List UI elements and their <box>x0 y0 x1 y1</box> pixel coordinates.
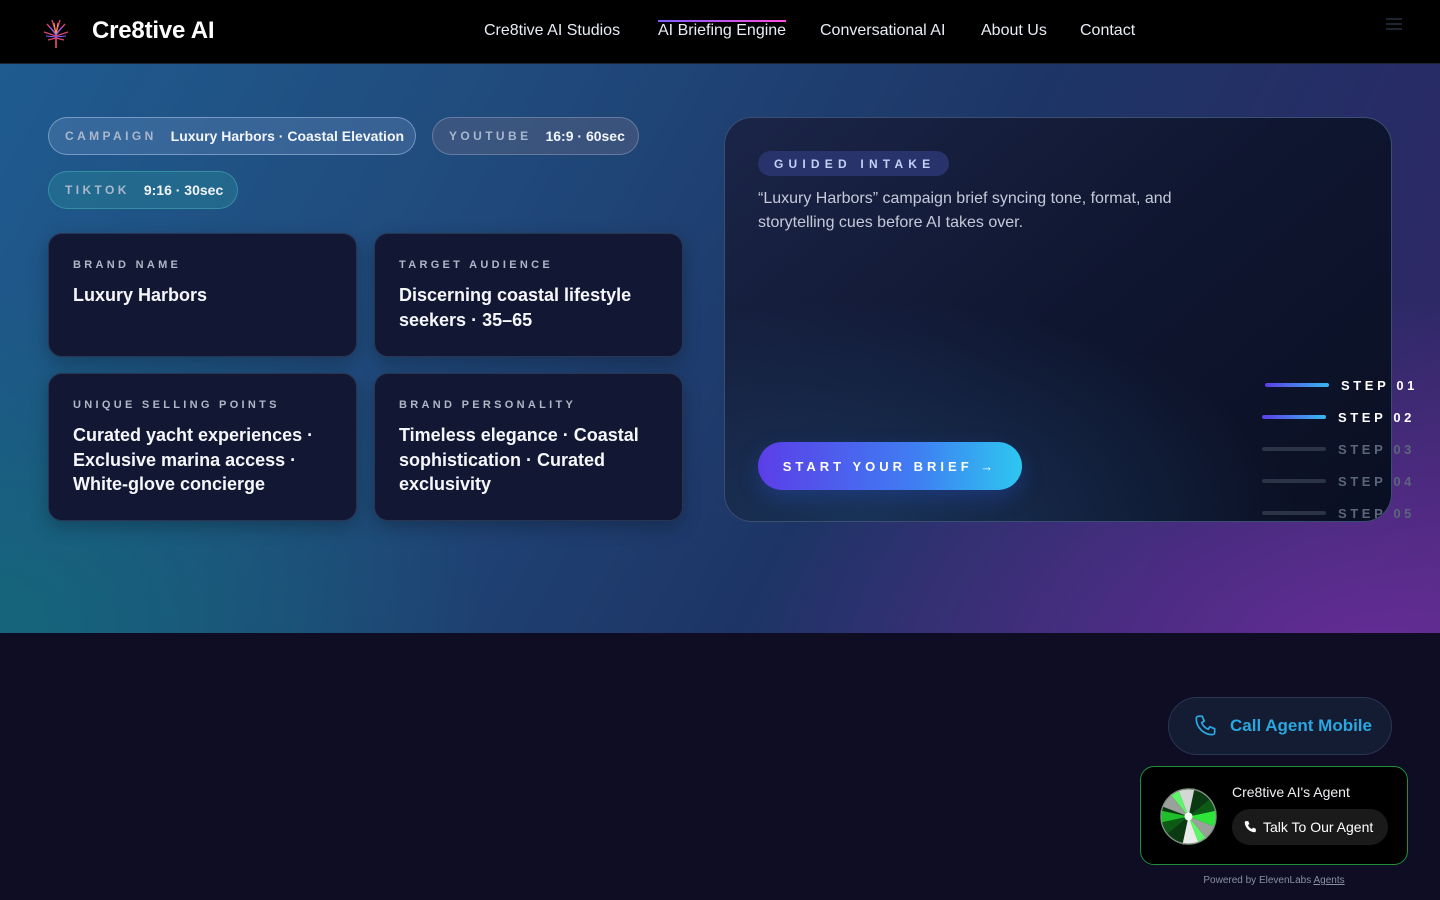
card-value: Timeless elegance · Coastal sophisticati… <box>399 425 639 494</box>
tiktok-pill: TIKTOK 9:16 · 30sec <box>48 171 238 209</box>
step-label: STEP 05 <box>1338 505 1415 521</box>
step-indicator-01[interactable]: STEP 01 <box>1265 377 1418 393</box>
step-label: STEP 02 <box>1338 409 1415 425</box>
pill-value: 16:9 · 60sec <box>545 128 625 144</box>
tree-logo-icon[interactable] <box>38 14 74 50</box>
agent-orb-avatar <box>1160 788 1217 845</box>
step-indicator-03[interactable]: STEP 03 <box>1262 441 1415 457</box>
guided-intake-panel: GUIDED INTAKE “Luxury Harbors” campaign … <box>724 117 1392 522</box>
card-label: BRAND PERSONALITY <box>399 399 577 411</box>
step-progress-bar <box>1262 479 1326 483</box>
pill-value: 9:16 · 30sec <box>143 182 224 198</box>
pill-value: Luxury Harbors · Coastal Elevation <box>170 128 405 144</box>
phone-icon <box>1243 820 1257 834</box>
card-value: Luxury Harbors <box>73 285 208 305</box>
phone-icon <box>1193 713 1219 739</box>
call-agent-mobile-button[interactable]: Call Agent Mobile <box>1168 697 1392 755</box>
agent-widget: Cre8tive AI's Agent Talk To Our Agent <box>1140 766 1408 865</box>
nav-link-conversational-ai[interactable]: Conversational AI <box>820 22 945 40</box>
target-audience-card: TARGET AUDIENCE Discerning coastal lifes… <box>374 233 683 357</box>
powered-by-footnote: Powered by ElevenLabs Agents <box>1140 875 1408 886</box>
powered-by-text: Powered by ElevenLabs <box>1203 875 1312 886</box>
hamburger-menu-icon[interactable] <box>1386 18 1402 30</box>
brand-personality-card: BRAND PERSONALITY Timeless elegance · Co… <box>374 373 683 521</box>
unique-selling-points-card: UNIQUE SELLING POINTS Curated yacht expe… <box>48 373 357 521</box>
step-progress-bar <box>1262 415 1326 419</box>
start-brief-button[interactable]: START YOUR BRIEF → <box>758 442 1022 490</box>
card-label: TARGET AUDIENCE <box>399 259 553 271</box>
pill-key: TIKTOK <box>65 183 130 197</box>
call-agent-mobile-label: Call Agent Mobile <box>1230 716 1372 735</box>
card-value: Curated yacht experiences · Exclusive ma… <box>73 425 314 494</box>
youtube-pill: YOUTUBE 16:9 · 60sec <box>432 117 639 155</box>
nav-link-studios[interactable]: Cre8tive AI Studios <box>484 22 620 40</box>
agents-link[interactable]: Agents <box>1313 875 1344 886</box>
step-indicator-02[interactable]: STEP 02 <box>1262 409 1415 425</box>
step-label: STEP 03 <box>1338 441 1415 457</box>
nav-link-contact[interactable]: Contact <box>1080 22 1135 40</box>
nav-link-briefing-engine[interactable]: AI Briefing Engine <box>658 20 787 40</box>
step-indicator-05[interactable]: STEP 05 <box>1262 505 1415 521</box>
step-label: STEP 04 <box>1338 473 1415 489</box>
card-label: BRAND NAME <box>73 259 182 271</box>
brand-name-card: BRAND NAME Luxury Harbors <box>48 233 357 357</box>
step-progress-bar <box>1262 511 1326 515</box>
step-progress-bar <box>1265 383 1329 387</box>
agent-name: Cre8tive AI's Agent <box>1232 784 1350 800</box>
guided-intake-tag: GUIDED INTAKE <box>758 151 949 176</box>
nav-link-about-us[interactable]: About Us <box>981 22 1047 40</box>
top-navbar: Cre8tive AI Cre8tive AI Studios AI Brief… <box>0 0 1440 64</box>
campaign-pill: CAMPAIGN Luxury Harbors · Coastal Elevat… <box>48 117 416 155</box>
brand-logo-text[interactable]: Cre8tive AI <box>92 17 215 45</box>
step-label: STEP 01 <box>1341 377 1418 393</box>
step-progress-bar <box>1262 447 1326 451</box>
intake-description: “Luxury Harbors” campaign brief syncing … <box>758 190 1172 231</box>
pill-key: CAMPAIGN <box>65 129 157 143</box>
card-label: UNIQUE SELLING POINTS <box>73 399 280 411</box>
pill-key: YOUTUBE <box>449 129 532 143</box>
talk-to-agent-button[interactable]: Talk To Our Agent <box>1232 809 1388 845</box>
card-value: Discerning coastal lifestyle seekers · 3… <box>399 285 632 330</box>
talk-to-agent-label: Talk To Our Agent <box>1263 819 1374 835</box>
step-indicator-04[interactable]: STEP 04 <box>1262 473 1415 489</box>
